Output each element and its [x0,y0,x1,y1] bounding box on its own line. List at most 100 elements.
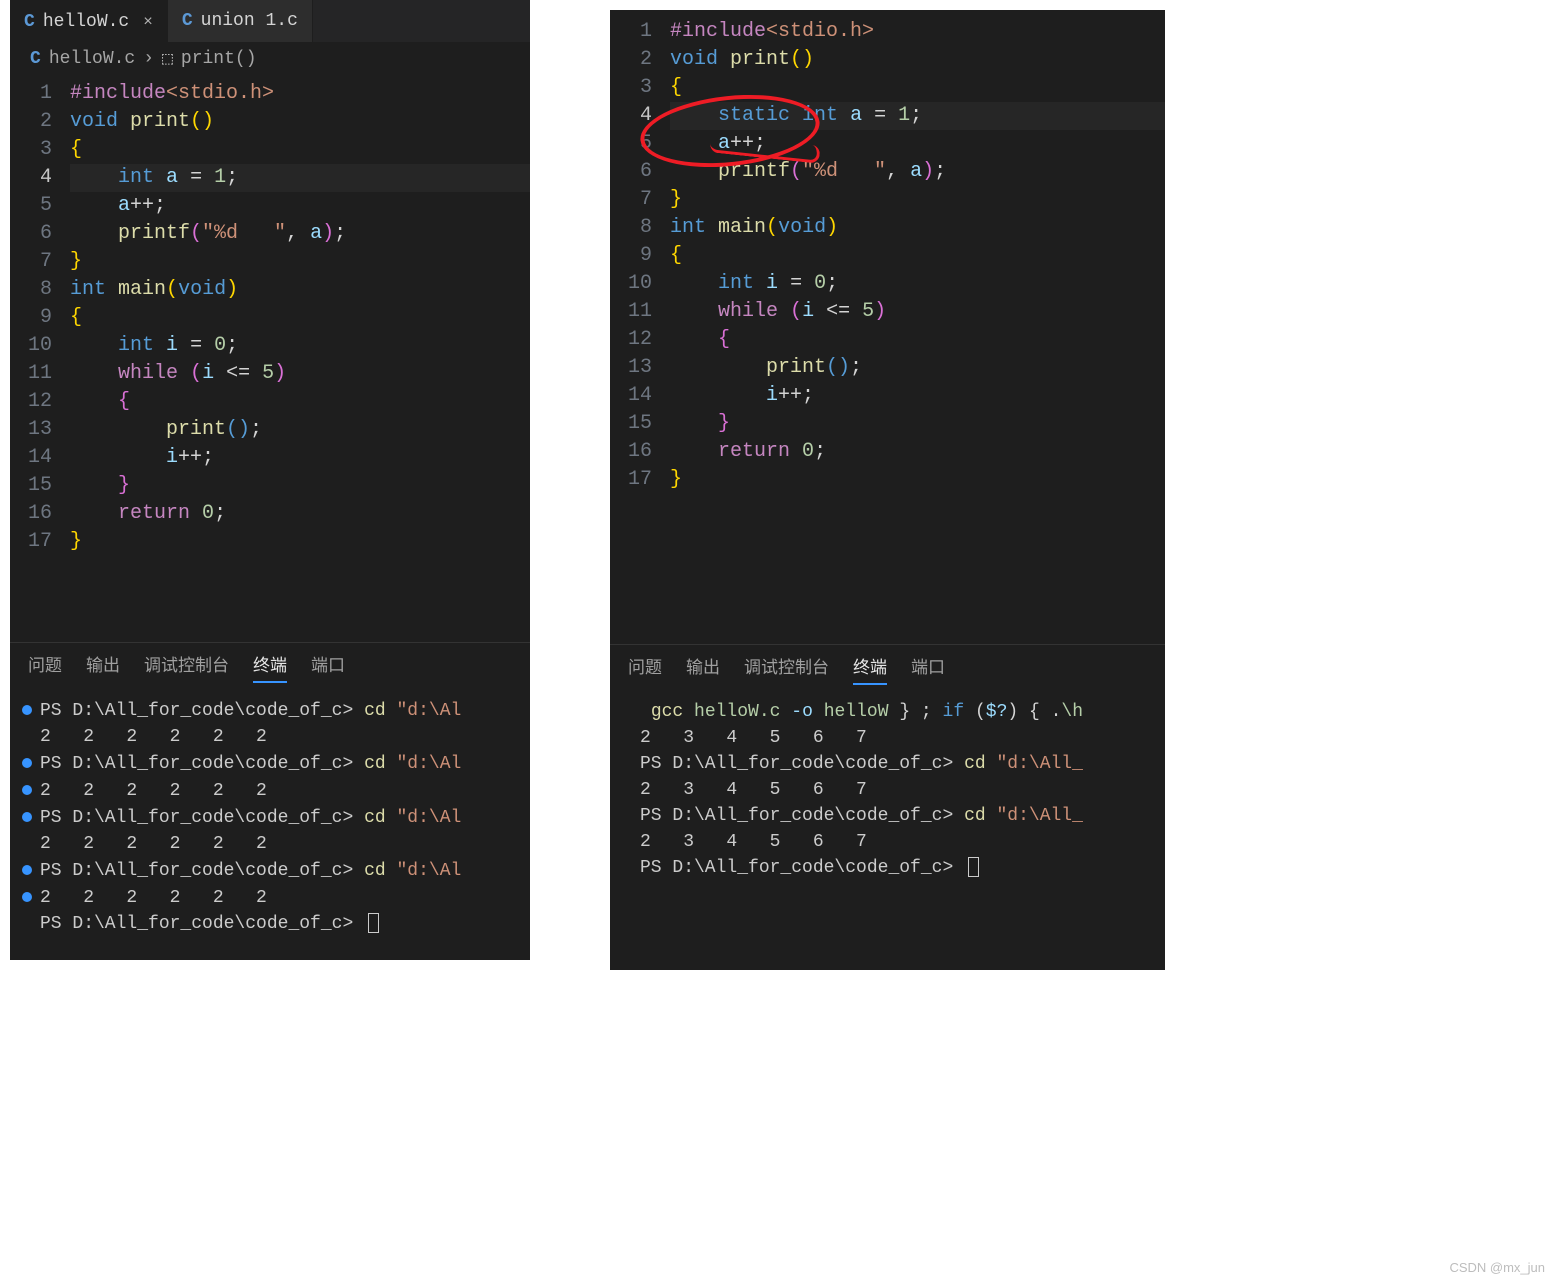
terminal[interactable]: gcc helloW.c -o helloW } ; if ($?) { .\h… [610,695,1165,891]
line-number: 16 [10,500,52,528]
terminal-line: gcc helloW.c -o helloW } ; if ($?) { .\h [622,699,1153,725]
panel-tab[interactable]: 问题 [28,651,62,683]
line-number: 6 [10,220,52,248]
terminal-line: PS D:\All_for_code\code_of_c> cd "d:\Al [22,750,518,777]
terminal-line: 2 2 2 2 2 2 [22,831,518,857]
code-line[interactable]: void print() [670,46,1165,74]
code-line[interactable]: } [70,472,530,500]
terminal[interactable]: PS D:\All_for_code\code_of_c> cd "d:\Al2… [10,693,530,947]
panel-tab[interactable]: 端口 [311,651,345,683]
close-icon[interactable]: × [143,13,153,31]
chevron-right-icon: › [143,49,154,69]
code-line[interactable]: int i = 0; [70,332,530,360]
editor-tab[interactable]: Cunion 1.c [168,0,313,42]
breadcrumb-symbol: print() [181,49,257,69]
line-number: 5 [10,192,52,220]
c-file-icon: C [30,49,41,69]
code-line[interactable]: { [70,388,530,416]
code-line[interactable]: return 0; [670,438,1165,466]
code-line[interactable]: a++; [670,130,1165,158]
code-line[interactable]: while (i <= 5) [670,298,1165,326]
terminal-text: 2 3 4 5 6 7 [640,829,867,855]
line-number: 4 [610,102,652,130]
terminal-text: PS D:\All_for_code\code_of_c> cd "d:\Al [40,698,461,724]
line-number: 13 [610,354,652,382]
code-line[interactable]: { [670,74,1165,102]
line-number: 1 [10,80,52,108]
code-line[interactable]: int main(void) [670,214,1165,242]
code-line[interactable]: { [670,242,1165,270]
code-line[interactable]: int main(void) [70,276,530,304]
code-line[interactable]: while (i <= 5) [70,360,530,388]
terminal-text: PS D:\All_for_code\code_of_c> [640,855,979,881]
terminal-text: 2 2 2 2 2 2 [40,778,267,804]
code-line[interactable]: print(); [70,416,530,444]
editor-tab[interactable]: ChelloW.c× [10,0,168,42]
code-line[interactable]: { [70,304,530,332]
status-dot-icon [22,785,32,795]
panel-tab[interactable]: 端口 [911,653,945,685]
line-number: 13 [10,416,52,444]
code-line[interactable]: i++; [670,382,1165,410]
line-number: 12 [10,388,52,416]
code-editor[interactable]: 1234567891011121314151617 #include<stdio… [610,10,1165,494]
code-line[interactable]: { [670,326,1165,354]
status-dot-icon [22,705,32,715]
code-line[interactable]: int i = 0; [670,270,1165,298]
code-line[interactable]: } [670,186,1165,214]
breadcrumb-file: helloW.c [49,49,135,69]
code-lines[interactable]: #include<stdio.h>void print(){ int a = 1… [70,80,530,556]
panel-tab[interactable]: 终端 [253,651,287,683]
terminal-text: 2 2 2 2 2 2 [40,724,267,750]
code-line[interactable]: a++; [70,192,530,220]
code-line[interactable]: void print() [70,108,530,136]
line-number: 4 [10,164,52,192]
panel-tab[interactable]: 输出 [86,651,120,683]
terminal-text: PS D:\All_for_code\code_of_c> [40,911,379,937]
code-line[interactable]: #include<stdio.h> [670,18,1165,46]
line-number: 9 [10,304,52,332]
panel-tab[interactable]: 终端 [853,653,887,685]
panel-tab[interactable]: 调试控制台 [144,651,229,683]
watermark-text: CSDN @mx_jun [1449,1260,1545,1275]
status-dot-icon [22,758,32,768]
code-line[interactable]: i++; [70,444,530,472]
code-line[interactable]: } [70,248,530,276]
terminal-text: PS D:\All_for_code\code_of_c> cd "d:\All… [640,803,1083,829]
line-number: 2 [610,46,652,74]
terminal-line: PS D:\All_for_code\code_of_c> cd "d:\All… [622,751,1153,777]
c-file-icon: C [24,12,35,32]
code-line[interactable]: #include<stdio.h> [70,80,530,108]
code-line[interactable]: static int a = 1; [670,102,1165,130]
code-editor[interactable]: 1234567891011121314151617 #include<stdio… [10,76,530,556]
terminal-line: PS D:\All_for_code\code_of_c> cd "d:\Al [22,697,518,724]
line-number: 15 [10,472,52,500]
panel-tab[interactable]: 问题 [628,653,662,685]
code-line[interactable]: { [70,136,530,164]
panel-tab[interactable]: 输出 [686,653,720,685]
panel-tabs: 问题输出调试控制台终端端口 [610,644,1165,695]
terminal-line: PS D:\All_for_code\code_of_c> cd "d:\Al [22,857,518,884]
code-line[interactable]: } [670,410,1165,438]
terminal-text: 2 2 2 2 2 2 [40,831,267,857]
status-dot-icon [22,865,32,875]
code-line[interactable]: printf("%d ", a); [70,220,530,248]
code-lines[interactable]: #include<stdio.h>void print(){ static in… [670,18,1165,494]
line-number: 16 [610,438,652,466]
c-file-icon: C [182,11,193,31]
panel-tab[interactable]: 调试控制台 [744,653,829,685]
code-line[interactable]: print(); [670,354,1165,382]
terminal-text: 2 3 4 5 6 7 [640,725,867,751]
terminal-text: PS D:\All_for_code\code_of_c> cd "d:\Al [40,858,461,884]
terminal-text: gcc helloW.c -o helloW } ; if ($?) { .\h [640,699,1083,725]
line-gutter: 1234567891011121314151617 [610,18,670,494]
code-line[interactable]: } [70,528,530,556]
code-line[interactable]: } [670,466,1165,494]
line-number: 8 [610,214,652,242]
terminal-line: 2 2 2 2 2 2 [22,777,518,804]
code-line[interactable]: return 0; [70,500,530,528]
breadcrumb[interactable]: C helloW.c › ⬚ print() [10,42,530,76]
code-line[interactable]: printf("%d ", a); [670,158,1165,186]
line-number: 3 [10,136,52,164]
code-line[interactable]: int a = 1; [70,164,530,192]
